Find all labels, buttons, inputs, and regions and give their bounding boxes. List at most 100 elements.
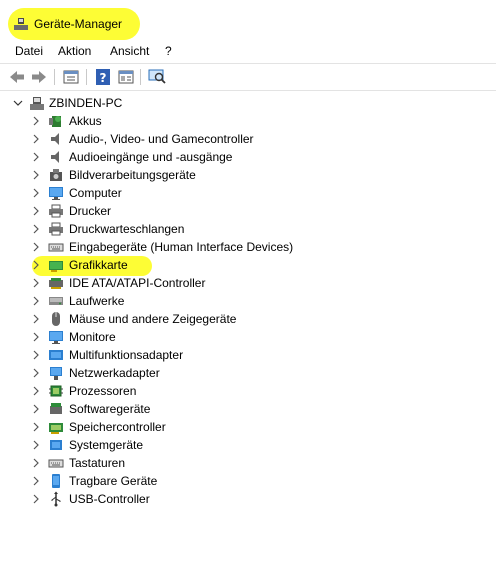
tree-item-label: Softwaregeräte xyxy=(69,402,151,416)
chevron-right-icon[interactable] xyxy=(31,421,41,433)
chevron-right-icon[interactable] xyxy=(31,115,41,127)
tree-item-label: Monitore xyxy=(69,330,116,344)
tree-item-tastaturen[interactable]: Tastaturen xyxy=(0,454,496,472)
chevron-right-icon[interactable] xyxy=(31,403,41,415)
tree-item-label: Tastaturen xyxy=(69,456,126,470)
menu-datei[interactable]: Datei xyxy=(15,44,43,58)
chevron-right-icon[interactable] xyxy=(31,295,41,307)
tree-item-audioeingaenge-und-ausgaenge[interactable]: Audioeingänge und -ausgänge xyxy=(0,148,496,166)
tree-item-audio-video-und-gamecontroller[interactable]: Audio-, Video- und Gamecontroller xyxy=(0,130,496,148)
chevron-down-icon[interactable] xyxy=(13,97,23,109)
chevron-right-icon[interactable] xyxy=(31,277,41,289)
chevron-right-icon[interactable] xyxy=(31,313,41,325)
tree-item-netzwerkadapter[interactable]: Netzwerkadapter xyxy=(0,364,496,382)
chevron-right-icon[interactable] xyxy=(31,259,41,271)
software-device-icon xyxy=(50,403,62,414)
chevron-right-icon[interactable] xyxy=(31,223,41,235)
tree-item-label: Netzwerkadapter xyxy=(69,366,160,380)
tree-item-label: Eingabegeräte (Human Interface Devices) xyxy=(69,240,294,254)
computer-icon xyxy=(30,97,44,110)
tree-item-bildverarbeitungsgeraete[interactable]: Bildverarbeitungsgeräte xyxy=(0,166,496,184)
tree-item-label: USB-Controller xyxy=(69,492,150,506)
tree-item-ide-ata-atapi-controller[interactable]: IDE ATA/ATAPI-Controller xyxy=(0,274,496,292)
chevron-right-icon[interactable] xyxy=(31,385,41,397)
storage-controller-icon xyxy=(49,423,63,434)
tree-item-label: Bildverarbeitungsgeräte xyxy=(69,168,196,182)
tree-item-monitore[interactable]: Monitore xyxy=(0,328,496,346)
toolbar-separator xyxy=(86,69,87,85)
tree-item-speichercontroller[interactable]: Speichercontroller xyxy=(0,418,496,436)
tree-item-label: Druckwarteschlangen xyxy=(69,222,185,236)
tree-item-akkus[interactable]: Akkus xyxy=(0,112,496,130)
drive-icon xyxy=(49,297,63,305)
device-manager-icon xyxy=(14,18,28,30)
printer-icon xyxy=(49,222,63,236)
usb-icon xyxy=(51,491,61,507)
tree-item-druckwarteschlangen[interactable]: Druckwarteschlangen xyxy=(0,220,496,238)
tree-item-computer[interactable]: Computer xyxy=(0,184,496,202)
tree-item-label: Speichercontroller xyxy=(69,420,166,434)
tree-item-label: Prozessoren xyxy=(69,384,137,398)
camera-icon xyxy=(50,169,62,181)
properties-icon[interactable] xyxy=(62,68,80,86)
tree-item-label: Systemgeräte xyxy=(69,438,144,452)
speaker-icon xyxy=(51,151,59,163)
back-arrow-icon[interactable] xyxy=(8,68,26,86)
keyboard-icon xyxy=(48,243,64,252)
forward-arrow-icon[interactable] xyxy=(30,68,48,86)
tree-root[interactable]: ZBINDEN-PC xyxy=(0,94,496,112)
chevron-right-icon[interactable] xyxy=(31,493,41,505)
window-title: Geräte-Manager xyxy=(34,17,123,31)
tree-item-grafikkarte[interactable]: Grafikkarte xyxy=(0,256,496,274)
network-icon xyxy=(50,367,62,380)
menu-help[interactable]: ? xyxy=(165,44,172,58)
chevron-right-icon[interactable] xyxy=(31,151,41,163)
tree-item-label: Tragbare Geräte xyxy=(69,474,158,488)
chevron-right-icon[interactable] xyxy=(31,331,41,343)
toolbar-separator xyxy=(54,69,55,85)
menu-aktion[interactable]: Aktion xyxy=(58,44,91,58)
menu-ansicht[interactable]: Ansicht xyxy=(110,44,149,58)
chevron-right-icon[interactable] xyxy=(31,133,41,145)
tree-item-label: Grafikkarte xyxy=(69,258,128,272)
show-view-icon[interactable] xyxy=(117,68,135,86)
help-icon[interactable]: ? xyxy=(94,68,112,86)
tree-item-label: Audio-, Video- und Gamecontroller xyxy=(69,132,254,146)
root-label: ZBINDEN-PC xyxy=(49,96,123,110)
tree-item-softwaregeraete[interactable]: Softwaregeräte xyxy=(0,400,496,418)
chevron-right-icon[interactable] xyxy=(31,169,41,181)
chevron-right-icon[interactable] xyxy=(31,205,41,217)
portable-device-icon xyxy=(52,474,60,488)
tree-item-tragbare-geraete[interactable]: Tragbare Geräte xyxy=(0,472,496,490)
graphics-card-icon xyxy=(49,261,63,272)
tree-item-label: Computer xyxy=(69,186,122,200)
tree-item-multifunktionsadapter[interactable]: Multifunktionsadapter xyxy=(0,346,496,364)
tree-item-systemgeraete[interactable]: Systemgeräte xyxy=(0,436,496,454)
tree-item-label: IDE ATA/ATAPI-Controller xyxy=(69,276,206,290)
toolbar: ? xyxy=(0,63,496,91)
chevron-right-icon[interactable] xyxy=(31,349,41,361)
tree-item-maeuse-und-andere-zeigegeraete[interactable]: Mäuse und andere Zeigegeräte xyxy=(0,310,496,328)
chevron-right-icon[interactable] xyxy=(31,241,41,253)
tree-item-eingabegeraete-human-interface-devices[interactable]: Eingabegeräte (Human Interface Devices) xyxy=(0,238,496,256)
chevron-right-icon[interactable] xyxy=(31,187,41,199)
monitor-icon xyxy=(49,331,63,344)
controller-icon xyxy=(49,278,63,289)
tree-item-label: Mäuse und andere Zeigegeräte xyxy=(69,312,237,326)
tree-item-label: Multifunktionsadapter xyxy=(69,348,184,362)
monitor-scan-icon[interactable] xyxy=(148,68,166,86)
printer-icon xyxy=(49,204,63,218)
keyboard-icon xyxy=(48,459,64,468)
chevron-right-icon[interactable] xyxy=(31,457,41,469)
tree-item-usb-controller[interactable]: USB-Controller xyxy=(0,490,496,508)
chevron-right-icon[interactable] xyxy=(31,475,41,487)
tree-item-laufwerke[interactable]: Laufwerke xyxy=(0,292,496,310)
chevron-right-icon[interactable] xyxy=(31,367,41,379)
battery-icon xyxy=(49,116,61,127)
tree-item-drucker[interactable]: Drucker xyxy=(0,202,496,220)
chevron-right-icon[interactable] xyxy=(31,439,41,451)
tree-item-prozessoren[interactable]: Prozessoren xyxy=(0,382,496,400)
tree-item-label: Akkus xyxy=(69,114,102,128)
device-tree: ZBINDEN-PC Akkus Audio-, Video- und Gamec… xyxy=(0,92,496,563)
speaker-icon xyxy=(51,133,59,145)
